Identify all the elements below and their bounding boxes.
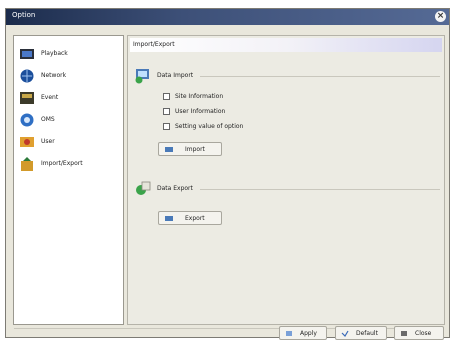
default-icon — [341, 330, 349, 337]
checkbox-label: User Information — [175, 108, 226, 115]
close-button[interactable]: Close — [394, 326, 444, 340]
option-dialog: Option × Playback Network Event OMS User… — [5, 8, 450, 340]
apply-button-label: Apply — [300, 330, 317, 337]
export-icon — [165, 216, 173, 221]
setting-value-checkbox[interactable] — [163, 123, 170, 130]
sidebar-item-label: User — [41, 138, 55, 145]
user-icon — [20, 137, 34, 147]
site-information-checkbox[interactable] — [163, 93, 170, 100]
data-export-title: Data Export — [157, 185, 193, 192]
playback-icon — [20, 49, 34, 59]
title-bar[interactable]: Option × — [6, 9, 449, 25]
data-import-title: Data Import — [157, 72, 194, 79]
divider — [200, 189, 440, 190]
checkbox-label: Setting value of option — [175, 123, 244, 130]
import-export-icon — [21, 157, 33, 171]
default-button-label: Default — [356, 330, 378, 337]
main-panel: Import/Export Data Import Site Informati… — [127, 35, 445, 325]
default-button[interactable]: Default — [335, 326, 387, 340]
checkbox-label: Site Information — [175, 93, 224, 100]
data-import-icon — [135, 69, 149, 84]
apply-icon — [286, 331, 292, 336]
export-button[interactable]: Export — [158, 211, 222, 225]
sidebar-item-user[interactable]: User — [19, 134, 119, 150]
user-information-checkbox[interactable] — [163, 108, 170, 115]
divider — [200, 76, 440, 77]
close-button-icon — [401, 331, 407, 336]
sidebar-item-network[interactable]: Network — [19, 68, 119, 84]
close-button-label: Close — [415, 330, 432, 337]
window-title: Option — [12, 11, 36, 19]
sidebar-item-import-export[interactable]: Import/Export — [19, 156, 119, 172]
import-icon — [165, 147, 173, 152]
section-header: Import/Export — [130, 38, 442, 52]
sidebar: Playback Network Event OMS User Import/E… — [13, 35, 124, 325]
sidebar-item-event[interactable]: Event — [19, 90, 119, 106]
import-button[interactable]: Import — [158, 142, 222, 156]
close-icon[interactable]: × — [435, 11, 446, 22]
data-export-icon — [136, 181, 151, 195]
event-icon — [20, 92, 34, 104]
sidebar-item-label: Import/Export — [41, 160, 83, 167]
sidebar-item-label: Event — [41, 94, 59, 101]
sidebar-item-label: Network — [41, 72, 67, 79]
section-title: Import/Export — [133, 41, 175, 48]
import-button-label: Import — [185, 146, 205, 153]
sidebar-item-oms[interactable]: OMS — [19, 112, 119, 128]
sidebar-item-label: OMS — [41, 116, 55, 123]
sidebar-item-label: Playback — [41, 50, 68, 57]
apply-button[interactable]: Apply — [279, 326, 327, 340]
sidebar-item-playback[interactable]: Playback — [19, 46, 119, 62]
network-icon — [20, 69, 34, 83]
oms-icon — [20, 113, 34, 127]
export-button-label: Export — [185, 215, 205, 222]
